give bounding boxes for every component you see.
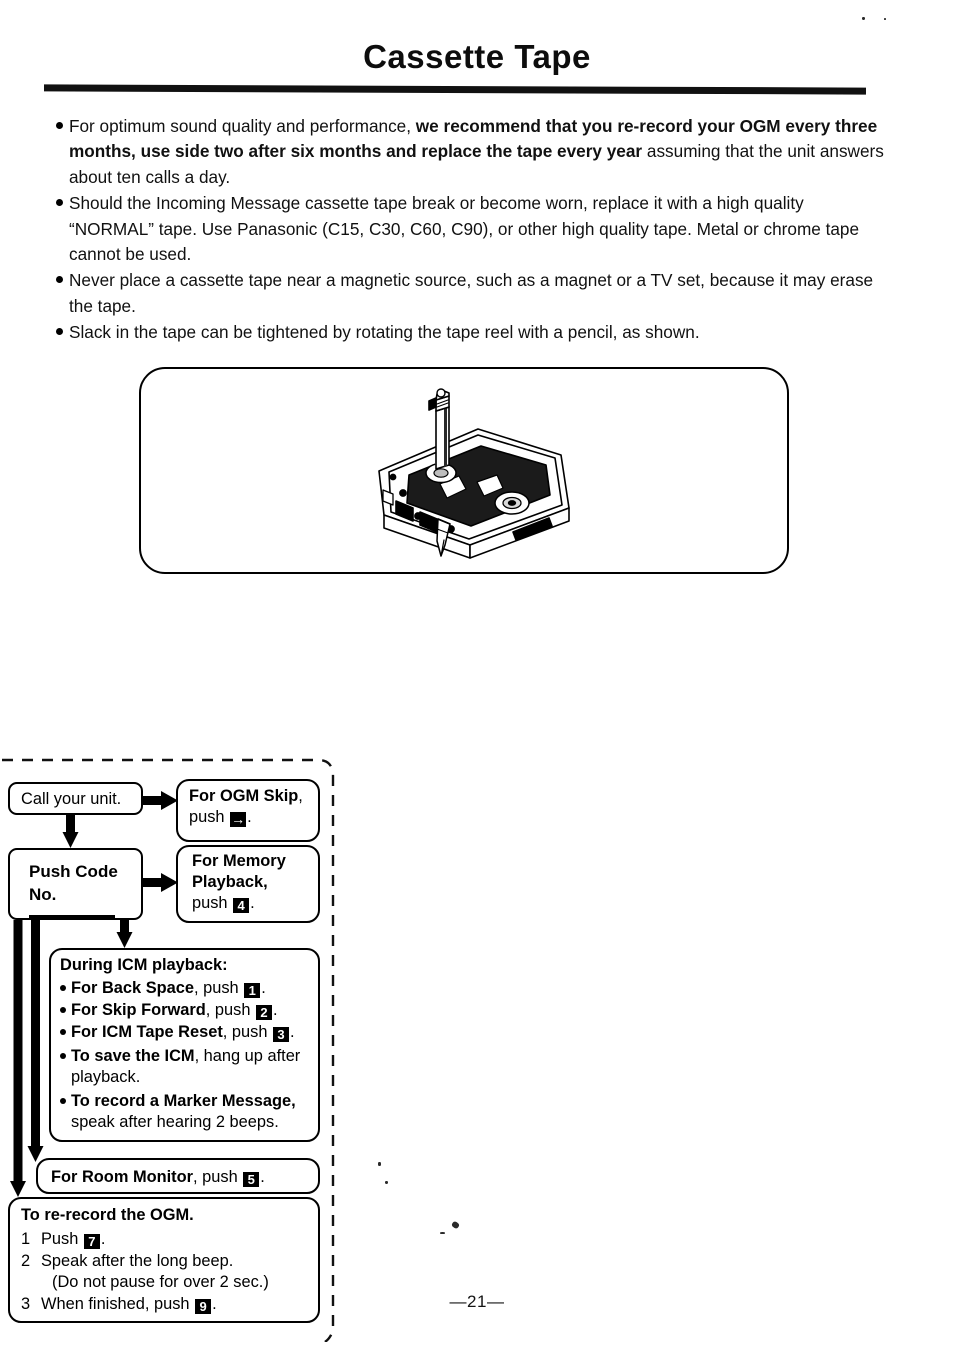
scan-speckle: [378, 1162, 381, 1166]
step-2-text: Speak after the long beep.: [41, 1252, 234, 1270]
bullet-dot-icon: [56, 328, 63, 336]
bullet-text-magnetic-source: Never place a cassette tape near a magne…: [69, 270, 874, 316]
bullet-dot-icon: [60, 1007, 66, 1013]
list-item: 2 Speak after the long beep.: [21, 1251, 318, 1272]
step-1-text-after: .: [100, 1230, 106, 1248]
key-7-icon[interactable]: 7: [83, 1234, 100, 1249]
cassette-tape-with-pencil-illustration: 2: [378, 388, 570, 559]
page-title: Cassette Tape: [363, 38, 591, 75]
flow-box-ogm-skip[interactable]: For OGM Skip, push →.: [176, 779, 320, 842]
icm-item-1-tail: .: [273, 1001, 278, 1019]
key-skip-forward-arrow-icon[interactable]: →: [230, 812, 247, 827]
bullet-text-slack-pencil: Slack in the tape can be tightened by ro…: [69, 322, 700, 343]
icm-item-0-tail: .: [261, 979, 266, 997]
icm-item-2-rest: , push: [222, 1023, 268, 1041]
bullet-text-tape-replacement: Should the Incoming Message cassette tap…: [69, 193, 860, 265]
scan-speckle: [450, 1220, 461, 1230]
bullet-dot-icon: [56, 276, 63, 284]
re-record-heading: To re-record the OGM.: [21, 1206, 194, 1224]
icm-item-0-bold: For Back Space: [71, 979, 194, 997]
list-item: For ICM Tape Reset, push 3.: [60, 1022, 318, 1043]
list-item: To save the ICM, hang up after playback.: [60, 1046, 318, 1088]
memory-playback-push-word: push: [192, 894, 228, 912]
list-item: For Back Space, push 1.: [60, 978, 318, 999]
room-monitor-rest: , push: [193, 1168, 238, 1186]
flow-box-call-your-unit[interactable]: Call your unit.: [8, 782, 143, 815]
icm-item-2-tail: .: [290, 1023, 295, 1041]
bullet-dot-icon: [56, 122, 63, 129]
icm-item-3-bold: To save the ICM: [71, 1047, 195, 1065]
call-unit-label: Call your unit.: [21, 790, 122, 808]
ogm-skip-period: .: [247, 808, 252, 826]
icm-item-1-bold: For Skip Forward: [71, 1001, 206, 1019]
list-item: Should the Incoming Message cassette tap…: [56, 191, 886, 267]
flow-box-memory-playback[interactable]: For Memory Playback, push 4.: [176, 845, 320, 923]
flow-box-push-code-no[interactable]: Push Code No.: [8, 848, 143, 920]
ogm-skip-title: For OGM Skip: [189, 787, 299, 805]
icm-playback-heading: During ICM playback:: [60, 956, 228, 974]
push-code-line1: Push Code: [29, 862, 118, 881]
scan-speckle: [385, 1181, 388, 1184]
push-code-blank-line: [29, 915, 115, 918]
scan-speckle: [440, 1232, 445, 1234]
flow-box-room-monitor[interactable]: For Room Monitor, push 5.: [36, 1158, 320, 1194]
page-number: —21—: [449, 1292, 505, 1311]
icm-item-2-bold: For ICM Tape Reset: [71, 1023, 223, 1041]
room-monitor-bold: For Room Monitor: [51, 1168, 194, 1186]
quick-reference-flowchart-card: Call your unit. For OGM Skip, push →. Pu…: [0, 752, 350, 1342]
illustration-panel: 2: [139, 367, 789, 574]
bullet-dot-icon: [56, 199, 63, 207]
memory-playback-period: .: [250, 894, 255, 912]
memory-playback-line1: For Memory: [192, 852, 286, 870]
step-1-text: Push: [41, 1230, 79, 1248]
list-item: For optimum sound quality and performanc…: [56, 114, 886, 190]
list-item: Slack in the tape can be tightened by ro…: [56, 320, 886, 345]
step-1-number: 1: [21, 1230, 31, 1248]
icm-item-1-rest: , push: [205, 1001, 251, 1019]
bullet-dot-icon: [60, 985, 66, 991]
scan-speckle: [884, 18, 886, 20]
icm-item-4-rest: speak after hearing 2 beeps.: [71, 1113, 279, 1131]
flow-box-during-icm-playback[interactable]: During ICM playback: For Back Space, pus…: [49, 948, 320, 1142]
key-4-icon[interactable]: 4: [233, 898, 250, 913]
list-item: To record a Marker Message, speak after …: [60, 1091, 318, 1133]
step-2-number: 2: [21, 1252, 31, 1270]
key-2-icon[interactable]: 2: [256, 1005, 273, 1020]
list-item: 1 Push 7.: [21, 1229, 318, 1250]
notes-bullet-list: For optimum sound quality and performanc…: [56, 114, 886, 347]
room-monitor-tail: .: [260, 1168, 265, 1186]
key-5-icon[interactable]: 5: [243, 1172, 260, 1187]
scan-speckle: [862, 17, 865, 20]
key-1-icon[interactable]: 1: [244, 983, 261, 998]
step-2-subtext: (Do not pause for over 2 sec.): [52, 1273, 269, 1291]
icm-item-0-rest: , push: [194, 979, 239, 997]
key-3-icon[interactable]: 3: [273, 1027, 290, 1042]
ogm-skip-comma: ,: [298, 787, 303, 805]
bullet-text-re-record-schedule: For optimum sound quality and performanc…: [69, 116, 884, 187]
bullet-dot-icon: [60, 1098, 66, 1104]
list-item: For Skip Forward, push 2.: [60, 1000, 318, 1021]
icm-item-4-bold: To record a Marker Message,: [71, 1092, 296, 1110]
push-code-line2: No.: [29, 885, 57, 904]
list-item: Never place a cassette tape near a magne…: [56, 268, 886, 319]
ogm-skip-push-word: push: [189, 808, 225, 826]
memory-playback-line2: Playback,: [192, 873, 268, 891]
bullet-dot-icon: [60, 1029, 66, 1035]
bullet-dot-icon: [60, 1053, 66, 1059]
title-underline-rule: [43, 84, 867, 95]
